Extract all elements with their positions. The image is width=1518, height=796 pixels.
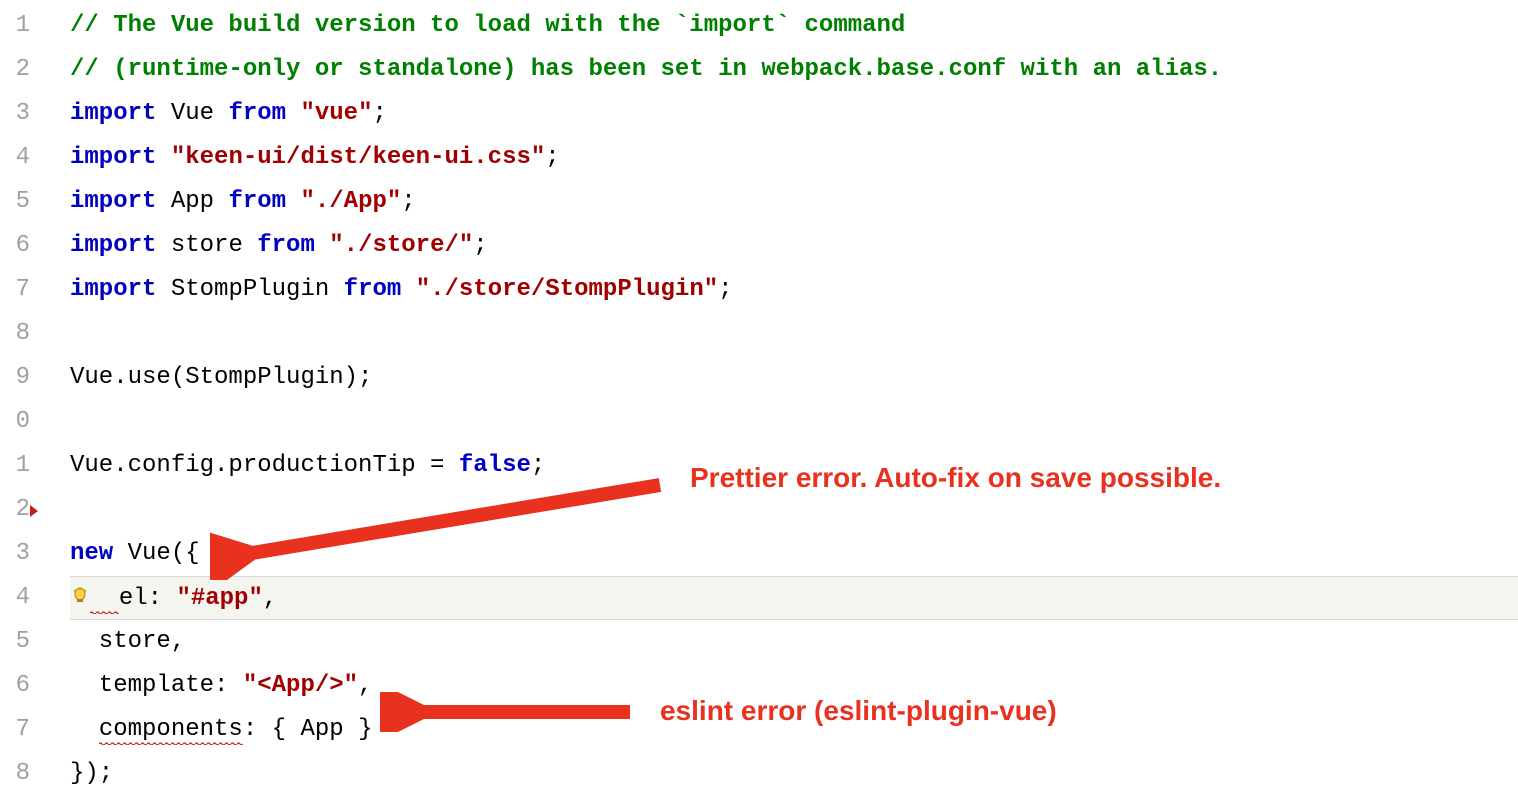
line-number: 3: [0, 92, 30, 136]
code-line[interactable]: import Vue from "vue";: [70, 92, 1518, 136]
code-line[interactable]: import App from "./App";: [70, 180, 1518, 224]
line-number-gutter: 1 2 3 4 5 6 7 8 9 0 1 2 3 4 5 6 7 8: [0, 0, 40, 796]
line-number: 7: [0, 708, 30, 752]
line-number: 5: [0, 180, 30, 224]
line-number: 7: [0, 268, 30, 312]
fold-marker-icon[interactable]: [30, 505, 38, 517]
code-line[interactable]: store,: [70, 620, 1518, 664]
line-number: 6: [0, 664, 30, 708]
line-number: 3: [0, 532, 30, 576]
line-number: 2: [0, 48, 30, 92]
code-line[interactable]: // The Vue build version to load with th…: [70, 4, 1518, 48]
code-line[interactable]: [70, 312, 1518, 356]
code-line-current[interactable]: el: "#app",: [70, 576, 1518, 620]
annotation-prettier: Prettier error. Auto-fix on save possibl…: [690, 462, 1221, 494]
line-number: 2: [0, 488, 30, 532]
line-number: 6: [0, 224, 30, 268]
line-number: 8: [0, 312, 30, 356]
error-squiggle: [90, 585, 119, 614]
code-line[interactable]: import store from "./store/";: [70, 224, 1518, 268]
code-line[interactable]: // (runtime-only or standalone) has been…: [70, 48, 1518, 92]
code-line[interactable]: Vue.use(StompPlugin);: [70, 356, 1518, 400]
line-number: 4: [0, 576, 30, 620]
lightbulb-icon[interactable]: [70, 586, 90, 606]
code-line[interactable]: });: [70, 752, 1518, 796]
annotation-arrow: [380, 692, 640, 732]
annotation-eslint: eslint error (eslint-plugin-vue): [660, 695, 1057, 727]
line-number: 5: [0, 620, 30, 664]
line-number: 1: [0, 4, 30, 48]
line-number: 1: [0, 444, 30, 488]
code-content[interactable]: // The Vue build version to load with th…: [40, 0, 1518, 796]
line-number: 9: [0, 356, 30, 400]
error-squiggle: components: [99, 716, 243, 745]
code-editor[interactable]: 1 2 3 4 5 6 7 8 9 0 1 2 3 4 5 6 7 8 // T…: [0, 0, 1518, 796]
code-line[interactable]: [70, 400, 1518, 444]
line-number: 8: [0, 752, 30, 796]
line-number: 4: [0, 136, 30, 180]
code-line[interactable]: import StompPlugin from "./store/StompPl…: [70, 268, 1518, 312]
code-line[interactable]: import "keen-ui/dist/keen-ui.css";: [70, 136, 1518, 180]
annotation-arrow: [210, 470, 670, 580]
line-number: 0: [0, 400, 30, 444]
